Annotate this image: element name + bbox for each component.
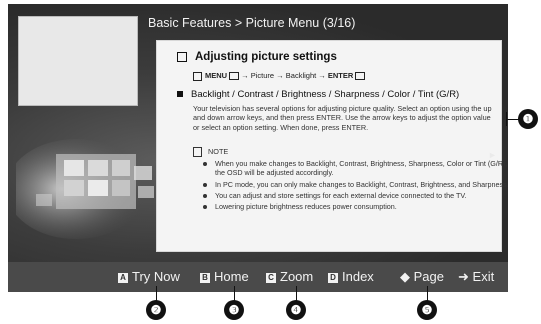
page-arrows-icon: ◆ [400, 269, 410, 284]
checkbox-icon [177, 51, 187, 62]
note-item: When you make changes to Backlight, Cont… [203, 159, 508, 178]
remote-icon [193, 71, 202, 81]
callout-1-bracket [506, 112, 507, 126]
note-item: You can adjust and store settings for ea… [203, 191, 508, 200]
preview-thumbnail [18, 16, 138, 106]
try-now-button[interactable]: A Try Now [118, 269, 180, 284]
section-title: Adjusting picture settings [177, 51, 337, 63]
note-icon [193, 147, 202, 158]
item-title: Backlight / Contrast / Brightness / Shar… [177, 89, 459, 100]
note-item: Lowering picture brightness reduces powe… [203, 202, 508, 211]
exit-icon: ➜ [458, 269, 469, 284]
note-item: In PC mode, you can only make changes to… [203, 180, 508, 189]
content-panel: Adjusting picture settings MENU → Pictur… [156, 40, 508, 252]
tv-screen: Basic Features > Picture Menu (3/16) ◄ A… [8, 4, 508, 292]
callout-4-marker: ❹ [286, 300, 306, 320]
home-button[interactable]: B Home [200, 269, 249, 284]
callout-3-marker: ❸ [224, 300, 244, 320]
note-label: NOTE [193, 147, 228, 158]
menu-path: MENU → Picture → Backlight → ENTER [193, 71, 366, 81]
zoom-button[interactable]: C Zoom [266, 269, 313, 284]
bullet-square-icon [177, 91, 183, 98]
item-description: Your television has several options for … [193, 104, 492, 132]
callout-5-marker: ❺ [417, 300, 437, 320]
decorative-tv-graphic [16, 139, 154, 239]
b-key-icon: B [200, 273, 210, 283]
callout-1-marker: ❶ [518, 109, 538, 129]
callout-2-marker: ❷ [146, 300, 166, 320]
d-key-icon: D [328, 273, 338, 283]
bottom-button-bar: A Try Now B Home C Zoom D Index ◆ Page ➜ Exi… [8, 262, 508, 292]
exit-button[interactable]: ➜ Exit [458, 269, 494, 285]
note-list: When you make changes to Backlight, Cont… [193, 159, 508, 213]
enter-key-icon [355, 72, 366, 81]
c-key-icon: C [266, 273, 276, 283]
a-key-icon: A [118, 273, 128, 283]
breadcrumb: Basic Features > Picture Menu (3/16) [148, 16, 356, 30]
next-page-arrow[interactable]: ► [488, 150, 497, 160]
index-button[interactable]: D Index [328, 269, 374, 284]
page-button[interactable]: ◆ Page [400, 269, 444, 285]
menu-key-icon [229, 72, 240, 81]
